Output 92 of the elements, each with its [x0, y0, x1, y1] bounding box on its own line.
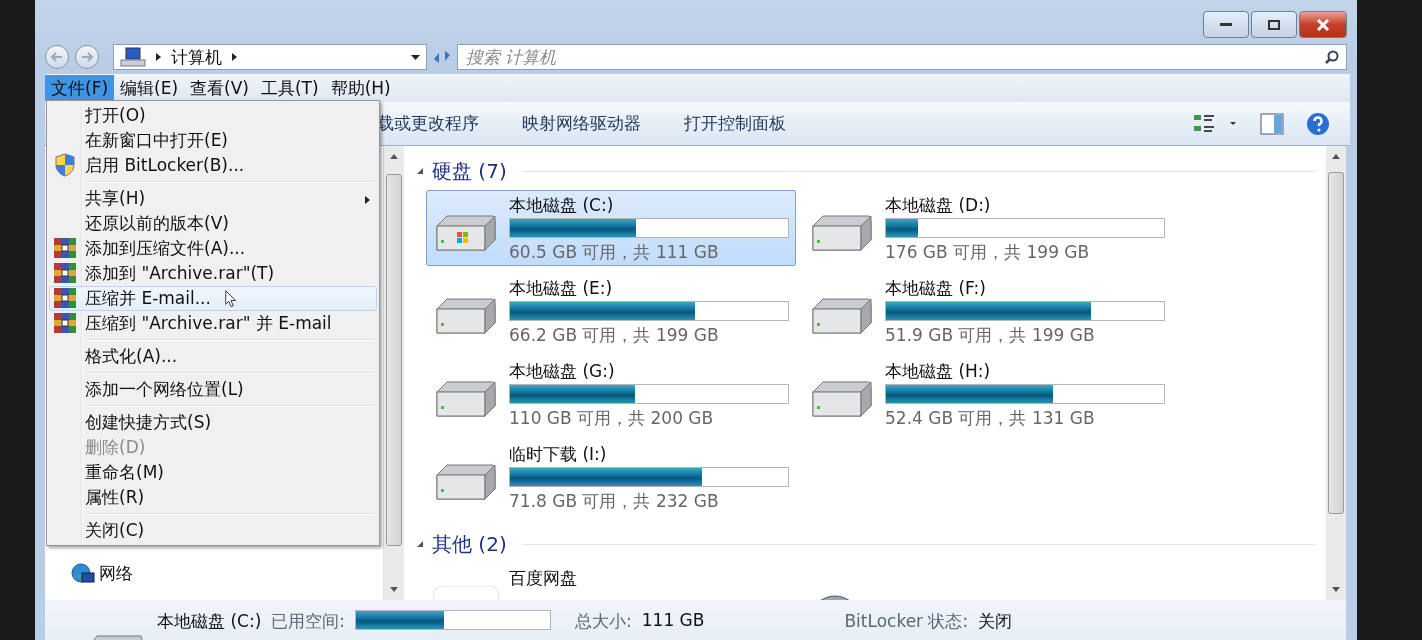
- mouse-cursor-icon: [225, 290, 237, 308]
- menu-item[interactable]: 压缩并 E-mail...: [49, 286, 377, 311]
- menu-item[interactable]: 在新窗口中打开(E): [49, 128, 377, 153]
- menu-item[interactable]: 添加到 "Archive.rar"(T): [49, 261, 377, 286]
- detail-label: BitLocker 状态:: [844, 610, 969, 633]
- used-space-label: 已用空间:: [271, 610, 345, 633]
- drive-name: 本地磁盘 (D:): [885, 195, 992, 215]
- item-name: 百度网盘: [509, 568, 577, 588]
- minimize-icon: [1220, 22, 1232, 27]
- group-header[interactable]: 硬盘 (7): [432, 157, 507, 185]
- drive-tile[interactable]: 临时下载 (I:) 71.8 GB 可用，共 232 GB: [426, 439, 796, 515]
- dropdown-caret-icon: [411, 54, 420, 60]
- submenu-arrow-icon: [365, 196, 370, 204]
- group-toggle-icon[interactable]: [416, 167, 424, 175]
- drive-tile[interactable]: 本地磁盘 (D:) 176 GB 可用，共 199 GB: [802, 190, 1172, 266]
- drive-tile[interactable]: 百度网盘: [426, 563, 796, 600]
- minimize-button[interactable]: [1203, 11, 1249, 38]
- archive-books-icon: [53, 287, 77, 309]
- scrollbar[interactable]: [1326, 146, 1346, 600]
- scrollbar[interactable]: [384, 146, 404, 600]
- refresh-icon[interactable]: [433, 50, 451, 64]
- maximize-icon: [1268, 19, 1280, 30]
- menu-item[interactable]: 打开(O): [49, 103, 377, 128]
- drive-tile[interactable]: 本地磁盘 (G:) 110 GB 可用，共 200 GB: [426, 356, 796, 432]
- menu-bar-item[interactable]: 文件(F): [45, 75, 115, 101]
- menu-item[interactable]: 创建快捷方式(S): [49, 410, 377, 435]
- free-space-text: 110 GB 可用，共 200 GB: [509, 407, 715, 429]
- scroll-down-icon: [390, 587, 398, 592]
- help-icon[interactable]: [1306, 111, 1330, 136]
- nav-item[interactable]: 网络: [99, 562, 133, 585]
- menu-item[interactable]: 还原以前的版本(V): [49, 211, 377, 236]
- free-space-text: 71.8 GB 可用，共 232 GB: [509, 490, 720, 512]
- maximize-button[interactable]: [1251, 11, 1297, 38]
- breadcrumb-arrow-icon: [156, 53, 161, 61]
- archive-books-icon: [53, 312, 77, 334]
- breadcrumb-item[interactable]: 计算机: [171, 45, 222, 69]
- close-button[interactable]: [1299, 11, 1347, 38]
- back-button[interactable]: [45, 45, 69, 69]
- shield-icon: [54, 153, 76, 177]
- view-options-icon[interactable]: [1194, 112, 1238, 135]
- menu-bar-item[interactable]: 编辑(E): [114, 75, 185, 101]
- group-toggle-icon[interactable]: [416, 540, 424, 548]
- scroll-down-icon: [1332, 587, 1340, 592]
- menu-bar-item[interactable]: 查看(V): [184, 75, 255, 101]
- free-space-text: 176 GB 可用，共 199 GB: [885, 241, 1091, 263]
- menu-bar-item[interactable]: 帮助(H): [324, 75, 397, 101]
- free-space-text: 51.9 GB 可用，共 199 GB: [885, 324, 1096, 346]
- menu-item[interactable]: 格式化(A)...: [49, 344, 377, 369]
- menu-item[interactable]: 重命名(M): [49, 460, 377, 485]
- menu-item[interactable]: 共享(H): [49, 186, 377, 211]
- drive-name: 临时下载 (I:): [509, 444, 608, 464]
- search-icon: [1325, 50, 1339, 64]
- detail-value: 关闭: [978, 610, 1013, 633]
- preview-pane-icon[interactable]: [1260, 112, 1284, 135]
- drive-name: 本地磁盘 (H:): [885, 361, 992, 381]
- free-space-text: 66.2 GB 可用，共 199 GB: [509, 324, 720, 346]
- menu-item[interactable]: 添加一个网络位置(L): [49, 377, 377, 402]
- detail-label: 总大小:: [575, 610, 632, 633]
- drive-name: 本地磁盘 (F:): [885, 278, 987, 298]
- menu-item[interactable]: 压缩到 "Archive.rar" 并 E-mail: [49, 311, 377, 336]
- computer-icon: [120, 47, 146, 67]
- menu-item[interactable]: 添加到压缩文件(A)...: [49, 236, 377, 261]
- close-icon: [1316, 18, 1330, 31]
- drive-tile[interactable]: 本地磁盘 (E:) 66.2 GB 可用，共 199 GB: [426, 273, 796, 349]
- menu-item[interactable]: 关闭(C): [49, 518, 377, 543]
- scroll-up-icon: [1332, 154, 1340, 159]
- free-space-text: 52.4 GB 可用，共 131 GB: [885, 407, 1096, 429]
- drive-name: 本地磁盘 (C:): [509, 195, 615, 215]
- drive-tile[interactable]: 本地磁盘 (C:) 60.5 GB 可用，共 111 GB: [426, 190, 796, 266]
- network-globe-icon: [71, 562, 95, 585]
- drive-name: 本地磁盘 (C:): [157, 610, 262, 633]
- menu-item[interactable]: 启用 BitLocker(B)...: [49, 153, 377, 178]
- breadcrumb-arrow-icon: [232, 53, 237, 61]
- address-bar[interactable]: 计算机: [113, 44, 427, 70]
- group-header[interactable]: 其他 (2): [432, 530, 507, 558]
- drive-name: 本地磁盘 (G:): [509, 361, 616, 381]
- free-space-text: 60.5 GB 可用，共 111 GB: [509, 241, 720, 263]
- menu-bar-item[interactable]: 工具(T): [254, 75, 325, 101]
- scroll-up-icon: [390, 154, 398, 159]
- back-arrow-icon: [51, 52, 63, 62]
- forward-arrow-icon: [81, 52, 93, 62]
- drive-name: 本地磁盘 (E:): [509, 278, 614, 298]
- drive-tile[interactable]: 本地磁盘 (H:) 52.4 GB 可用，共 131 GB: [802, 356, 1172, 432]
- detail-value: 111 GB: [641, 610, 705, 630]
- archive-books-icon: [53, 262, 77, 284]
- toolbar-button[interactable]: 打开控制面板: [684, 112, 786, 135]
- drive-tile[interactable]: 本地磁盘 (F:) 51.9 GB 可用，共 199 GB: [802, 273, 1172, 349]
- archive-books-icon: [53, 237, 77, 259]
- toolbar-button[interactable]: 映射网络驱动器: [522, 112, 641, 135]
- search-field[interactable]: 搜索 计算机: [457, 44, 1347, 70]
- forward-button[interactable]: [75, 45, 99, 69]
- menu-item[interactable]: 属性(R): [49, 485, 377, 510]
